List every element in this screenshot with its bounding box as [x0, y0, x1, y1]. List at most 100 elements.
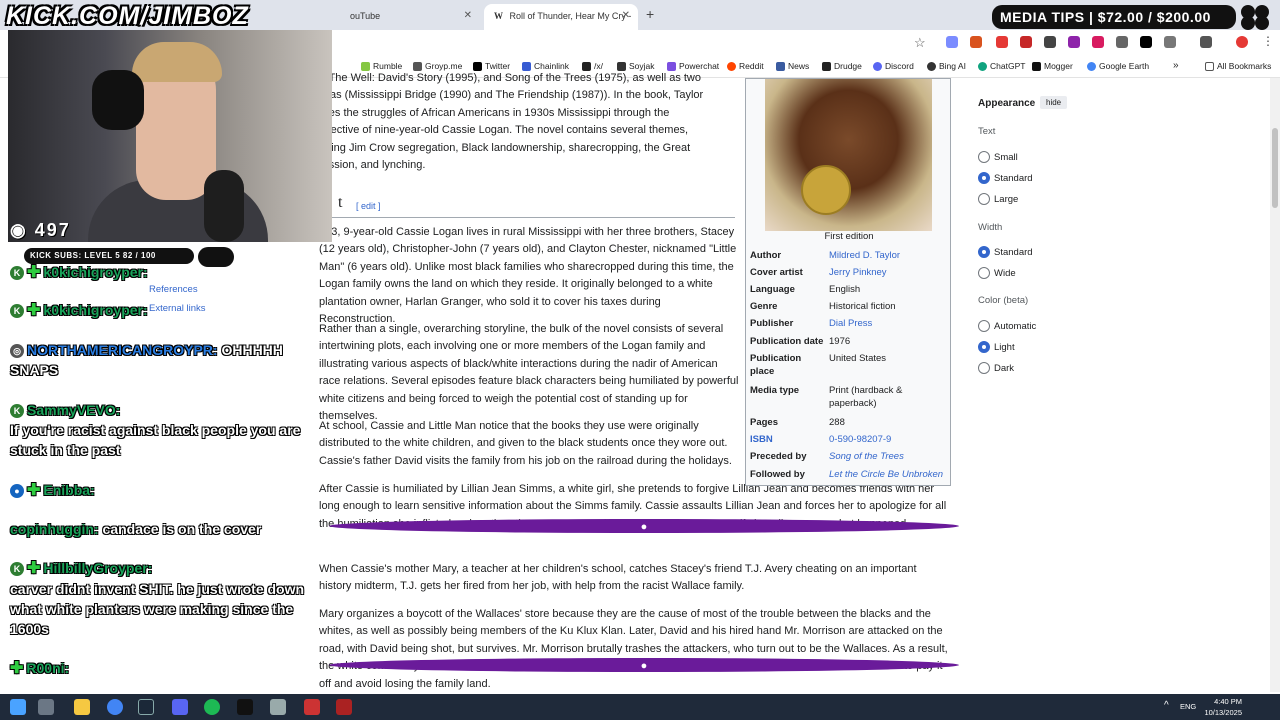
- bookmark-bing-ai[interactable]: Bing AI: [927, 61, 966, 71]
- chevron-up-icon[interactable]: ^: [1164, 700, 1169, 711]
- article-paragraph: At school, Cassie and Little Man notice …: [319, 420, 732, 467]
- menu-icon[interactable]: ⋮: [1262, 34, 1274, 48]
- extension-icon[interactable]: [996, 36, 1008, 48]
- star-icon[interactable]: ☆: [914, 35, 926, 51]
- extension-icon[interactable]: [970, 36, 982, 48]
- drudge-icon: [822, 61, 831, 71]
- chrome-icon[interactable]: [107, 699, 123, 715]
- scrollbar-thumb[interactable]: [1272, 128, 1278, 208]
- width-heading: Width: [978, 222, 1003, 233]
- radio-icon: [978, 193, 990, 205]
- intro-line: ellas (Mississippi Bridge (1990) and The…: [319, 89, 704, 102]
- intro-line: uding Jim Crow segregation, Black landow…: [319, 141, 691, 154]
- plus-badge-icon: ✚: [27, 482, 41, 500]
- wikipedia-icon: W: [494, 11, 503, 21]
- plus-badge-icon: ✚: [27, 264, 41, 282]
- terminal-icon[interactable]: [237, 699, 253, 715]
- extension-icon[interactable]: [1044, 36, 1056, 48]
- puzzle-icon[interactable]: [1164, 36, 1176, 48]
- channel-title: KICK.COM/JIMBOZ: [6, 2, 249, 30]
- radio-selected-icon: [978, 246, 990, 258]
- cover-caption: First edition: [824, 231, 874, 242]
- windows-taskbar: ^ ENG 4:40 PM 10/13/2025: [0, 694, 1280, 720]
- chat-message: ● ✚ Enibba:: [10, 480, 310, 501]
- spotify-icon[interactable]: [204, 699, 220, 715]
- extension-icon[interactable]: [946, 36, 958, 48]
- app-icon[interactable]: [336, 699, 352, 715]
- kick-badge-icon: K: [10, 404, 24, 419]
- extension-icon[interactable]: [1020, 36, 1032, 48]
- bookmark-discord[interactable]: Discord: [873, 61, 914, 71]
- start-icon[interactable]: [10, 699, 26, 715]
- new-tab-button[interactable]: +: [646, 6, 654, 22]
- media-tips-banner: MEDIA TIPS | $72.00 / $200.00: [992, 5, 1236, 29]
- tab-wikipedia[interactable]: W Roll of Thunder, Hear My Cry - ✕: [484, 4, 638, 30]
- article-paragraph: When Cassie's mother Mary, a teacher at …: [319, 563, 917, 593]
- avatar[interactable]: [1236, 36, 1248, 48]
- article-paragraph: Mary organizes a boycott of the Wallaces…: [319, 608, 948, 690]
- intro-line: ression, and lynching.: [319, 159, 426, 172]
- close-icon[interactable]: ✕: [464, 10, 472, 21]
- kick-badge-icon: K: [10, 304, 24, 319]
- viewer-count: ◉ 497: [10, 220, 71, 240]
- chat-message: ● ✚ R00ni:: [10, 658, 959, 679]
- webcam-hair: [132, 42, 222, 82]
- user-badge-icon: ◎: [10, 344, 24, 359]
- bookmark-google-earth[interactable]: Google Earth: [1087, 61, 1149, 71]
- heading-divider: [319, 217, 735, 218]
- app-icon[interactable]: [304, 699, 320, 715]
- intro-line: ), The Well: David's Story (1995), and S…: [319, 72, 701, 84]
- task-view-icon[interactable]: [38, 699, 54, 715]
- webcam-feed: [8, 30, 332, 242]
- sidepanel-icon[interactable]: [1200, 36, 1212, 48]
- headphones-icon: [92, 70, 144, 130]
- steam-icon[interactable]: [138, 699, 154, 715]
- book-cover-image[interactable]: [765, 79, 932, 231]
- color-heading: Color (beta): [978, 295, 1029, 306]
- clock[interactable]: 4:40 PM 10/13/2025: [1200, 696, 1242, 718]
- x-icon[interactable]: [1140, 36, 1152, 48]
- plus-badge-icon: ✚: [27, 560, 41, 578]
- hide-button[interactable]: hide: [1040, 96, 1068, 109]
- radio-selected-icon: [978, 172, 990, 184]
- kick-badge-icon: K: [10, 562, 24, 577]
- extension-icon[interactable]: [1092, 36, 1104, 48]
- chat-message: K ✚ k0kichigroyper:: [10, 262, 310, 283]
- app-icon[interactable]: [270, 699, 286, 715]
- intro-line: ores the struggles of African Americans …: [319, 106, 670, 119]
- infobox: First edition Author Mildred D. Taylor Co…: [745, 78, 951, 486]
- bookmark-mogger[interactable]: Mogger: [1032, 61, 1073, 71]
- news-icon: [776, 61, 785, 71]
- article-paragraph: Rather than a single, overarching storyl…: [319, 323, 739, 423]
- user-badge-icon: ●: [329, 519, 959, 533]
- plus-badge-icon: ✚: [10, 660, 24, 678]
- chevron-right-icon[interactable]: »: [1173, 60, 1179, 71]
- chatgpt-icon: [978, 61, 987, 71]
- edit-link[interactable]: [ edit ]: [356, 201, 381, 211]
- scrollbar[interactable]: [1270, 78, 1280, 692]
- bookmark-news[interactable]: News: [776, 61, 809, 71]
- tab-youtube[interactable]: ouTube ✕: [340, 4, 480, 30]
- award-seal: [801, 165, 851, 215]
- folder-icon: [1205, 61, 1214, 71]
- microphone-icon: [204, 170, 244, 242]
- tab-label: ouTube: [350, 11, 381, 21]
- article-intro: ), The Well: David's Story (1995), and S…: [319, 72, 739, 174]
- chat-message: K ✚ k0kichigroyper:: [10, 300, 310, 321]
- chat-message: ◎ NORTHAMERICANGROYPR: OHHHHH SNAPS: [10, 342, 283, 378]
- bookmark-chatgpt[interactable]: ChatGPT: [978, 61, 1025, 71]
- file-explorer-icon[interactable]: [74, 699, 90, 715]
- bookmark-drudge[interactable]: Drudge: [822, 61, 862, 71]
- close-icon[interactable]: ✕: [622, 10, 630, 21]
- discord-icon[interactable]: [172, 699, 188, 715]
- discord-icon: [873, 61, 882, 71]
- viewers-icon: ◉: [10, 220, 35, 240]
- radio-icon: [978, 320, 990, 332]
- language-indicator[interactable]: ENG: [1180, 702, 1196, 711]
- extension-icon[interactable]: [1068, 36, 1080, 48]
- radio-selected-icon: [978, 341, 990, 353]
- google-earth-icon: [1087, 61, 1096, 71]
- all-bookmarks[interactable]: All Bookmarks: [1205, 61, 1271, 71]
- user-badge-icon: ●: [329, 658, 959, 672]
- extension-icon[interactable]: [1116, 36, 1128, 48]
